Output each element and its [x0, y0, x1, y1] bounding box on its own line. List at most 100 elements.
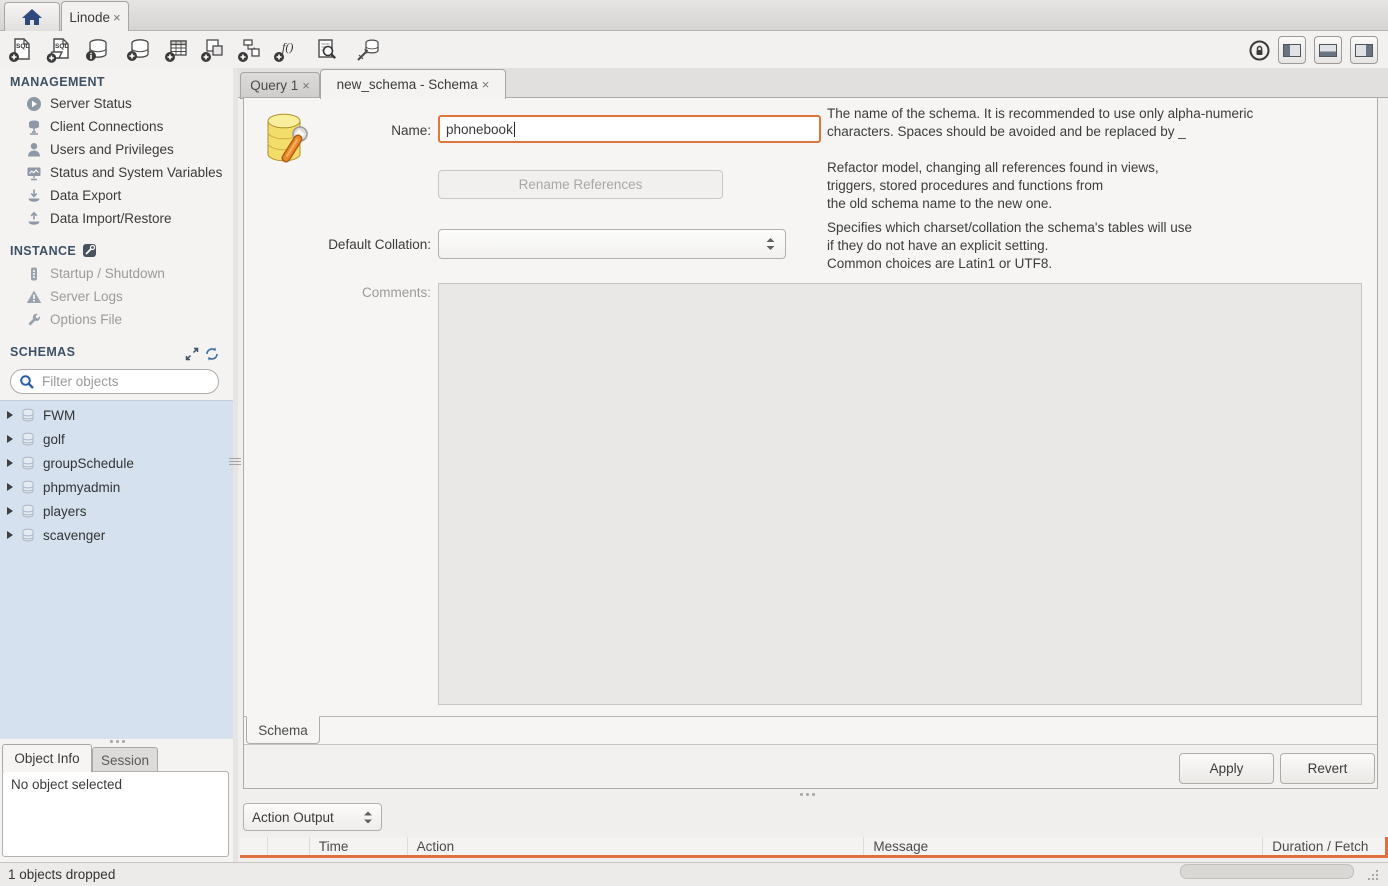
sidebar-item-label: Status and System Variables [50, 165, 222, 180]
home-tab[interactable] [4, 2, 60, 31]
tab-new-schema[interactable]: new_schema - Schema × [320, 69, 506, 99]
expander-icon[interactable] [7, 507, 13, 515]
schema-icon [21, 480, 35, 494]
tab-label: Schema [258, 723, 308, 738]
column-header-duration[interactable]: Duration / Fetch [1263, 837, 1385, 855]
apply-button[interactable]: Apply [1179, 753, 1274, 784]
default-collation-select[interactable] [438, 229, 786, 259]
schema-icon [21, 408, 35, 422]
sidebar-item-server-logs[interactable]: Server Logs [0, 285, 233, 308]
svg-text:SQL: SQL [55, 43, 68, 50]
tab-schema-bottom[interactable]: Schema [246, 716, 320, 744]
sidebar-item-system-variables[interactable]: Status and System Variables [0, 161, 233, 184]
instance-section-title: INSTANCE [10, 244, 76, 258]
close-icon[interactable]: × [302, 79, 310, 92]
schema-row-scavenger[interactable]: scavenger [0, 523, 233, 547]
schema-row-phpmyadmin[interactable]: phpmyadmin [0, 475, 233, 499]
expander-icon[interactable] [7, 459, 13, 467]
schema-name: phpmyadmin [43, 480, 120, 495]
system-variables-icon [26, 165, 42, 181]
connection-tab-label: Linode [69, 10, 110, 25]
schema-name-input[interactable]: phonebook [438, 115, 821, 143]
schema-row-players[interactable]: players [0, 499, 233, 523]
sidebar-item-client-connections[interactable]: Client Connections [0, 115, 233, 138]
object-info-panel: No object selected [2, 771, 229, 857]
output-splitter-handle[interactable] [800, 793, 803, 796]
schema-filter-box[interactable] [10, 369, 219, 394]
schema-row-groupschedule[interactable]: groupSchedule [0, 451, 233, 475]
sidebar-item-label: Server Status [50, 96, 132, 111]
toggle-right-panel-icon[interactable] [1350, 36, 1378, 64]
schema-row-fwm[interactable]: FWM [0, 403, 233, 427]
tab-query-1[interactable]: Query 1 × [240, 72, 320, 99]
svg-text:SQL: SQL [16, 43, 29, 50]
sidebar-item-label: Server Logs [50, 289, 123, 304]
splitter-grip [229, 458, 241, 459]
new-sql-editor-icon[interactable]: SQL [6, 36, 36, 64]
horizontal-scrollbar-thumb[interactable] [1180, 864, 1354, 879]
lock-circle-icon[interactable] [1249, 40, 1270, 61]
sidebar-item-data-import[interactable]: Data Import/Restore [0, 207, 233, 230]
comments-textarea[interactable] [438, 283, 1362, 705]
close-icon[interactable]: × [482, 78, 490, 91]
column-header-action[interactable]: Action [408, 837, 865, 855]
sidebar-item-server-status[interactable]: Server Status [0, 92, 233, 115]
reconnect-to-server-icon[interactable] [353, 36, 383, 64]
expander-icon[interactable] [7, 435, 13, 443]
default-collation-label: Default Collation: [284, 237, 431, 252]
options-file-icon [26, 312, 42, 328]
column-header[interactable] [268, 837, 310, 855]
collation-help-text: Specifies which charset/collation the sc… [827, 219, 1357, 273]
editor-footer: Apply Revert [244, 744, 1377, 788]
sidebar-splitter-handle[interactable] [110, 740, 113, 743]
sidebar-item-label: Users and Privileges [50, 142, 174, 157]
sidebar-main-splitter[interactable] [233, 68, 238, 862]
expander-icon[interactable] [7, 411, 13, 419]
schema-icon [21, 504, 35, 518]
sidebar-item-startup-shutdown[interactable]: Startup / Shutdown [0, 262, 233, 285]
name-help-text: The name of the schema. It is recommende… [827, 105, 1357, 141]
action-output-header: Time Action Message Duration / Fetch [240, 837, 1388, 858]
tab-object-info[interactable]: Object Info [2, 744, 92, 772]
schema-list: FWM golf groupSchedule phpmyadmin player [0, 400, 233, 739]
close-icon[interactable]: × [113, 11, 121, 24]
schema-row-golf[interactable]: golf [0, 427, 233, 451]
create-new-view-icon[interactable] [198, 36, 228, 64]
expand-schemas-icon[interactable] [185, 347, 199, 361]
stepper-arrows-icon [765, 237, 785, 251]
expander-icon[interactable] [7, 483, 13, 491]
column-header[interactable] [240, 837, 268, 855]
schema-name: players [43, 504, 87, 519]
tab-label: new_schema - Schema [337, 77, 478, 92]
create-new-procedure-icon[interactable] [235, 36, 265, 64]
toggle-bottom-panel-icon[interactable] [1314, 36, 1342, 64]
connection-tab[interactable]: Linode × [61, 1, 129, 32]
button-label: Apply [1210, 761, 1244, 776]
schema-filter-input[interactable] [40, 373, 194, 390]
database-info-icon[interactable] [82, 36, 112, 64]
schema-edit-icon [262, 110, 310, 168]
create-new-table-icon[interactable] [162, 36, 192, 64]
search-icon [19, 374, 35, 390]
sidebar-item-options-file[interactable]: Options File [0, 308, 233, 331]
schema-name: groupSchedule [43, 456, 134, 471]
window-resize-grip[interactable] [1368, 878, 1370, 880]
expander-icon[interactable] [7, 531, 13, 539]
refresh-schemas-icon[interactable] [205, 347, 219, 361]
rename-help-text: Refactor model, changing all references … [827, 159, 1357, 213]
rename-references-button[interactable]: Rename References [438, 170, 723, 199]
open-sql-script-icon[interactable]: SQL [44, 36, 74, 64]
sidebar-item-data-export[interactable]: Data Export [0, 184, 233, 207]
revert-button[interactable]: Revert [1280, 753, 1375, 784]
search-table-data-icon[interactable] [311, 36, 341, 64]
create-new-function-icon[interactable]: f() [271, 36, 301, 64]
tab-session[interactable]: Session [92, 747, 158, 772]
column-header-message[interactable]: Message [864, 837, 1263, 855]
schema-icon [21, 528, 35, 542]
status-text: 1 objects dropped [8, 867, 115, 882]
action-output-selector[interactable]: Action Output [243, 803, 382, 831]
sidebar-item-users-privileges[interactable]: Users and Privileges [0, 138, 233, 161]
column-header-time[interactable]: Time [310, 837, 408, 855]
toggle-left-panel-icon[interactable] [1278, 36, 1306, 64]
create-new-schema-icon[interactable] [124, 36, 154, 64]
